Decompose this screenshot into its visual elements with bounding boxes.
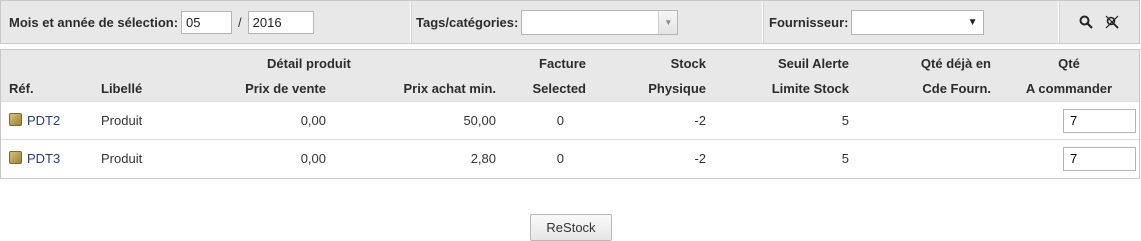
column-header-row: Réf. Libellé Prix de vente Prix achat mi… xyxy=(1,76,1139,102)
col-header-ordered: Cde Fourn. xyxy=(922,81,991,96)
chevron-down-icon: ▼ xyxy=(967,16,978,28)
group-header-row: Détail produit Facture Stock Seuil Alert… xyxy=(1,50,1139,76)
quantity-input[interactable] xyxy=(1063,146,1136,171)
product-ref-link[interactable]: PDT3 xyxy=(27,151,60,166)
physical-stock-cell: -2 xyxy=(694,113,706,128)
date-filter: Mois et année de sélection: / xyxy=(1,1,411,43)
supplier-select[interactable]: ▼ xyxy=(851,9,985,35)
supplier-filter: Fournisseur: ▼ xyxy=(763,1,1059,43)
group-header-detail: Détail produit xyxy=(267,55,351,71)
tags-value xyxy=(522,11,658,34)
min-buy-price-cell: 2,80 xyxy=(470,151,496,167)
restock-button[interactable]: ReStock xyxy=(530,214,612,241)
supplier-label: Fournisseur: xyxy=(769,14,849,30)
stock-limit-cell: 5 xyxy=(841,113,849,128)
filter-bar: Mois et année de sélection: / Tags/catég… xyxy=(0,0,1140,44)
col-header-to-order: A commander xyxy=(1025,81,1113,96)
tags-label: Tags/catégories: xyxy=(416,14,519,30)
month-input[interactable] xyxy=(181,10,233,34)
table-row: PDT2 Produit 0,00 50,00 0 -2 5 xyxy=(1,101,1139,140)
group-header-invoice: Facture xyxy=(539,55,586,71)
sell-price-cell: 0,00 xyxy=(300,113,326,128)
ordered-cell xyxy=(857,102,999,140)
col-header-min-buy-price[interactable]: Prix achat min. xyxy=(334,76,504,102)
stock-limit-cell: 5 xyxy=(841,151,849,167)
ref-cell: PDT3 xyxy=(1,140,93,178)
search-icon[interactable] xyxy=(1078,14,1094,30)
year-input[interactable] xyxy=(247,10,314,34)
group-header-qty: Qté xyxy=(1058,55,1080,71)
min-buy-price-cell: 50,00 xyxy=(463,113,496,128)
group-header-stock: Stock xyxy=(670,55,706,71)
filter-actions xyxy=(1059,1,1139,43)
combo-arrow-icon[interactable]: ▼ xyxy=(658,10,678,34)
quantity-input[interactable] xyxy=(1063,108,1136,133)
group-header-alert: Seuil Alerte xyxy=(777,55,849,71)
selected-cell: 0 xyxy=(556,113,564,128)
group-header xyxy=(1,50,93,76)
restock-table-wrapper: Détail produit Facture Stock Seuil Alert… xyxy=(0,49,1140,179)
product-icon xyxy=(9,112,22,126)
col-header-sell-price[interactable]: Prix de vente xyxy=(193,76,334,102)
physical-stock-cell: -2 xyxy=(694,151,706,167)
ordered-cell xyxy=(857,140,999,178)
clear-filter-icon[interactable] xyxy=(1104,14,1120,30)
tags-combobox[interactable]: ▼ xyxy=(521,9,679,35)
to-order-cell xyxy=(999,140,1139,178)
col-header-limit[interactable]: Limite Stock xyxy=(714,76,857,102)
label-cell: Produit xyxy=(101,113,143,128)
to-order-cell xyxy=(999,102,1139,140)
month-year-label: Mois et année de sélection: xyxy=(9,14,179,30)
product-icon xyxy=(9,150,22,164)
product-ref-link[interactable]: PDT2 xyxy=(27,113,60,128)
sell-price-cell: 0,00 xyxy=(300,151,326,167)
restock-table: Détail produit Facture Stock Seuil Alert… xyxy=(1,50,1139,178)
selected-cell: 0 xyxy=(556,151,564,167)
col-header-label[interactable]: Libellé xyxy=(93,76,193,102)
tags-filter: Tags/catégories: ▼ xyxy=(411,1,763,43)
table-row: PDT3 Produit 0,00 2,80 0 -2 5 xyxy=(1,139,1139,178)
col-header-physical[interactable]: Physique xyxy=(594,76,714,102)
col-header-ref[interactable]: Réf. xyxy=(1,76,93,102)
col-header-selected: Selected xyxy=(532,81,586,96)
date-separator: / xyxy=(238,14,242,30)
ref-cell: PDT2 xyxy=(1,102,93,140)
group-header-already-ordered: Qté déjà en xyxy=(920,55,991,71)
label-cell: Produit xyxy=(101,151,143,167)
group-header xyxy=(93,50,193,76)
